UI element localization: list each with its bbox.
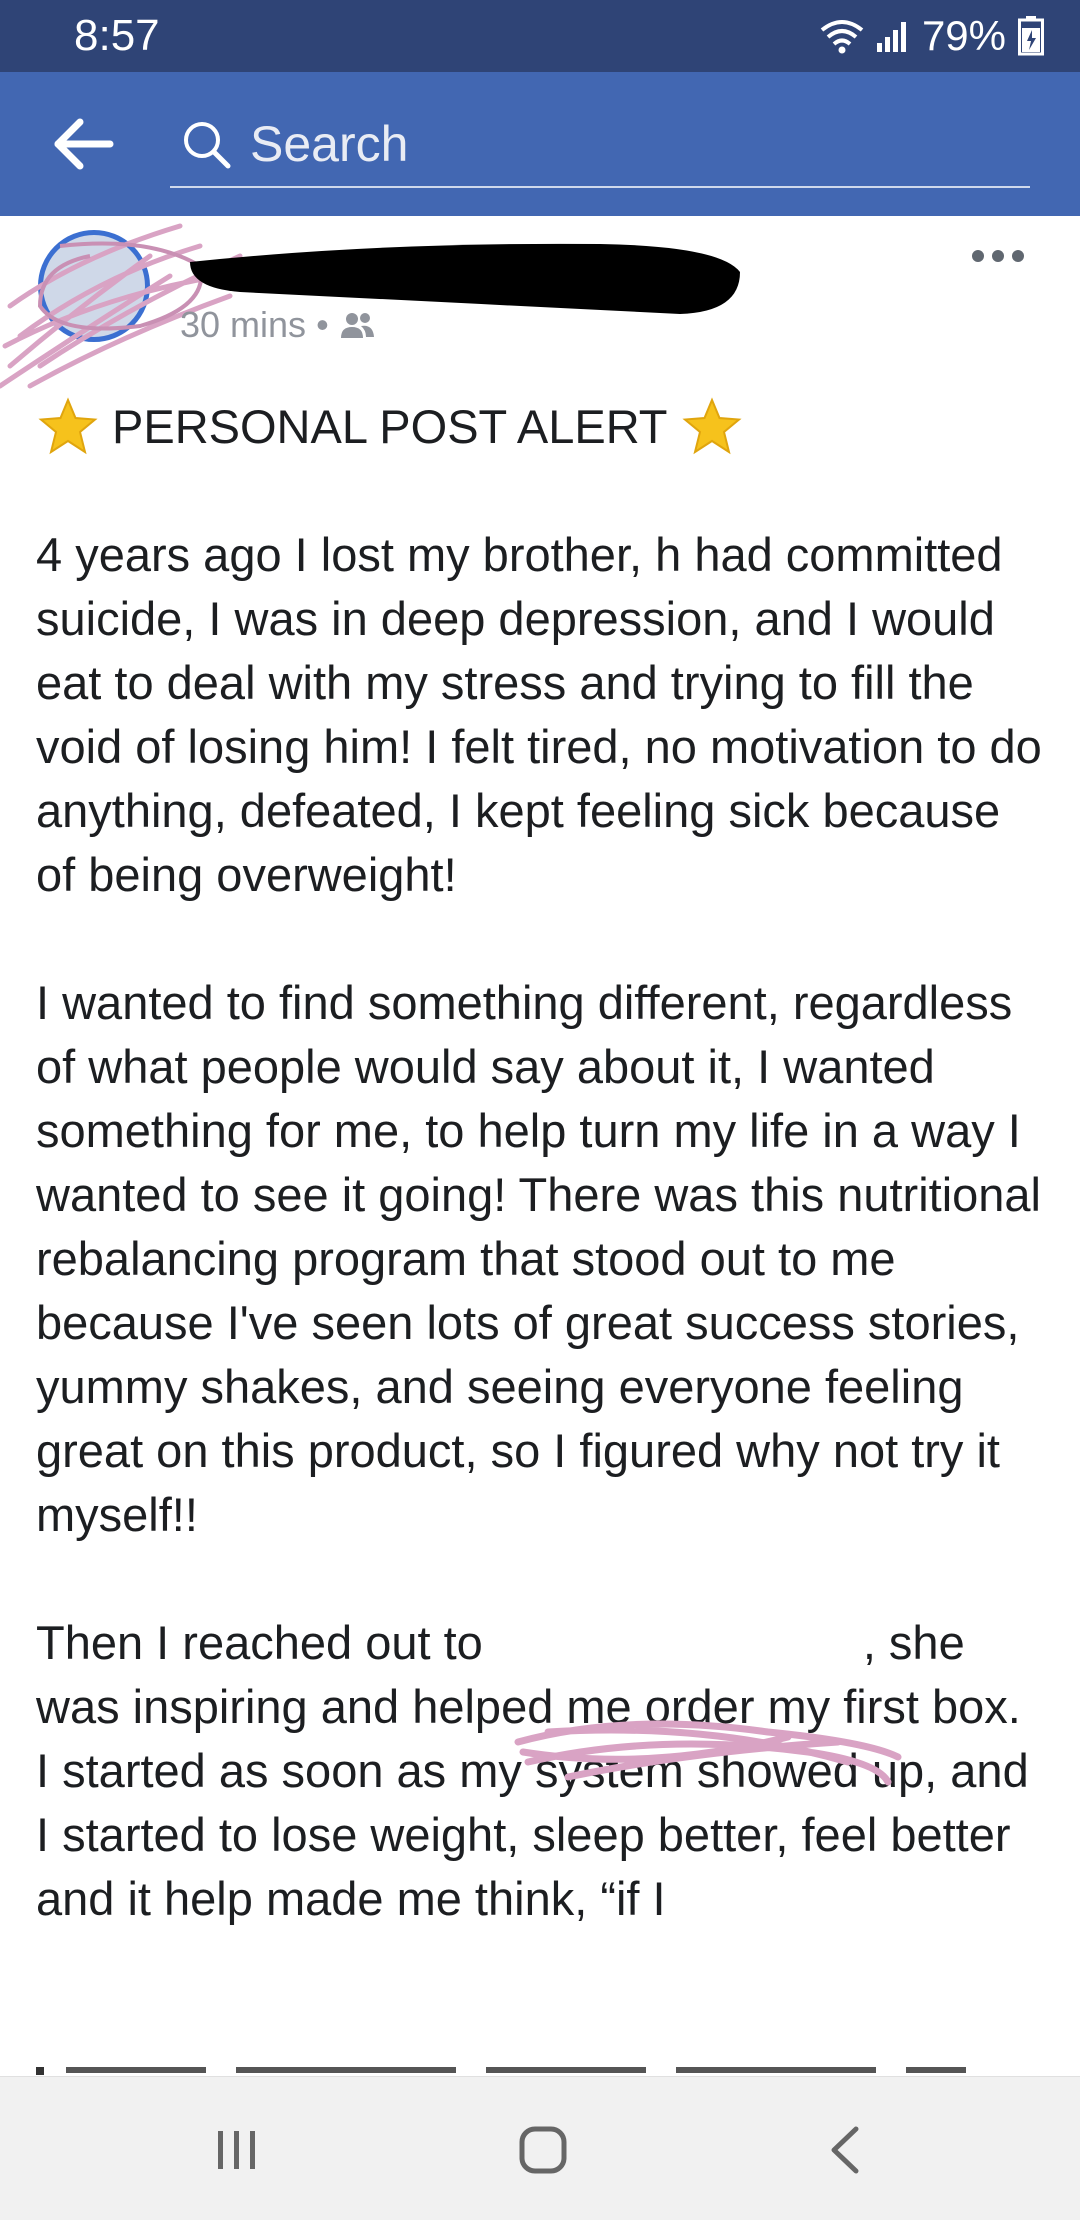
more-options-icon[interactable] <box>970 246 1026 266</box>
post-paragraph-1: 4 years ago I lost my brother, h had com… <box>36 528 1042 901</box>
post-title: PERSONAL POST ALERT <box>112 400 668 453</box>
meta-separator: • <box>316 304 329 345</box>
home-icon[interactable] <box>518 2125 568 2175</box>
post-body: PERSONAL POST ALERT 4 years ago I lost m… <box>36 395 1046 1931</box>
wifi-icon <box>820 20 864 54</box>
mention-redaction-scribble <box>514 1720 902 1786</box>
post-paragraph-2: I wanted to find something different, re… <box>36 976 1041 1541</box>
back-icon[interactable] <box>826 2125 862 2175</box>
paragraph-3-start: Then I reached out to <box>36 1616 483 1669</box>
search-bar[interactable] <box>170 102 1030 188</box>
post-title-row: PERSONAL POST ALERT <box>38 395 1046 459</box>
system-nav-bar <box>0 2076 1080 2220</box>
status-bar: 8:57 79% <box>0 0 1080 72</box>
post-header: 30 mins • <box>0 216 1080 389</box>
arrow-left-icon[interactable] <box>52 116 116 172</box>
app-bar <box>0 72 1080 216</box>
star-icon <box>38 397 98 455</box>
post-meta: 30 mins • <box>180 304 375 346</box>
signal-icon <box>876 22 906 52</box>
post-timestamp[interactable]: 30 mins <box>180 304 306 346</box>
status-time: 8:57 <box>74 11 160 60</box>
battery-charging-icon <box>1018 16 1044 56</box>
battery-percent: 79% <box>921 12 1006 59</box>
search-icon <box>184 122 231 169</box>
search-input[interactable] <box>250 115 950 173</box>
status-icons: 79% <box>820 12 1044 60</box>
friends-icon[interactable] <box>339 310 375 340</box>
star-icon <box>681 397 742 455</box>
recent-apps-icon[interactable] <box>214 2127 260 2173</box>
